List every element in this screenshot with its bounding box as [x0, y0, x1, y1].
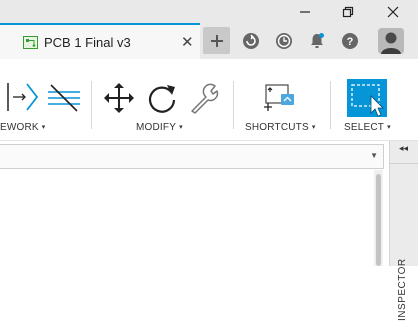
chevron-down-icon: ▾ — [179, 124, 183, 131]
rework-group-text: EWORK — [0, 122, 39, 133]
pcb-file-icon — [23, 36, 38, 49]
modify-group-label[interactable]: MODIFY ▾ — [136, 122, 183, 133]
help-icon: ? — [342, 33, 358, 49]
select-group-text: SELECT — [344, 122, 385, 133]
dropdown-arrow-icon: ▼ — [370, 151, 378, 160]
close-tab-button[interactable]: ✕ — [181, 33, 194, 51]
collapse-panel-icon[interactable]: ◂◂ — [399, 143, 408, 154]
document-tab-bar: PCB 1 Final v3 ✕ ? — [0, 23, 418, 59]
inspector-divider — [390, 163, 418, 164]
help-button[interactable]: ? — [338, 29, 362, 53]
restore-button[interactable] — [326, 0, 370, 23]
toolbar-separator — [91, 81, 92, 129]
design-toolbar: EWORK ▾ MODIFY ▾ SHORTCUTS ▾ SELECT ▾ — [0, 59, 418, 141]
inspector-panel-tab[interactable]: ◂◂ INSPECTOR — [389, 141, 418, 321]
notifications-button[interactable] — [305, 29, 329, 53]
toolbar-separator — [330, 81, 331, 129]
close-icon — [387, 6, 399, 17]
job-status-button[interactable] — [272, 29, 296, 53]
svg-text:?: ? — [347, 36, 354, 48]
select-icon[interactable] — [347, 79, 387, 117]
document-tab-title: PCB 1 Final v3 — [44, 35, 131, 50]
inspector-label: INSPECTOR — [397, 258, 408, 321]
rotate-icon[interactable] — [145, 81, 179, 115]
new-tab-plus-icon — [210, 34, 223, 47]
move-icon[interactable] — [102, 81, 136, 115]
toolbar-separator — [233, 81, 234, 129]
document-tab[interactable]: PCB 1 Final v3 ✕ — [0, 23, 200, 59]
extensions-button[interactable] — [239, 29, 263, 53]
minimize-icon — [300, 10, 310, 13]
unroute-icon[interactable] — [46, 83, 82, 113]
close-window-button[interactable] — [371, 0, 415, 23]
shortcuts-group-label[interactable]: SHORTCUTS ▾ — [245, 122, 316, 133]
shortcuts-group-text: SHORTCUTS — [245, 122, 309, 133]
job-status-icon — [276, 33, 292, 49]
route-icon[interactable] — [5, 81, 39, 113]
select-group-label[interactable]: SELECT ▾ — [344, 122, 391, 133]
scrollbar-thumb[interactable] — [376, 174, 381, 266]
extensions-icon — [243, 33, 259, 49]
modify-group-text: MODIFY — [136, 122, 177, 133]
chevron-down-icon: ▾ — [387, 124, 391, 131]
chevron-down-icon: ▾ — [41, 124, 46, 131]
user-avatar[interactable] — [378, 28, 404, 54]
shortcuts-icon[interactable] — [262, 83, 296, 111]
chevron-down-icon: ▾ — [311, 124, 316, 131]
wrench-icon[interactable] — [188, 81, 222, 115]
minimize-button[interactable] — [283, 0, 327, 23]
panel-content-area — [0, 170, 388, 266]
window-title-bar — [0, 0, 418, 23]
user-avatar-icon — [378, 28, 404, 54]
notifications-icon — [311, 33, 324, 48]
rework-group-label[interactable]: EWORK ▾ — [0, 122, 46, 133]
restore-icon — [342, 6, 354, 17]
filter-dropdown[interactable]: ▼ — [0, 144, 384, 169]
new-tab-button[interactable] — [203, 27, 230, 54]
